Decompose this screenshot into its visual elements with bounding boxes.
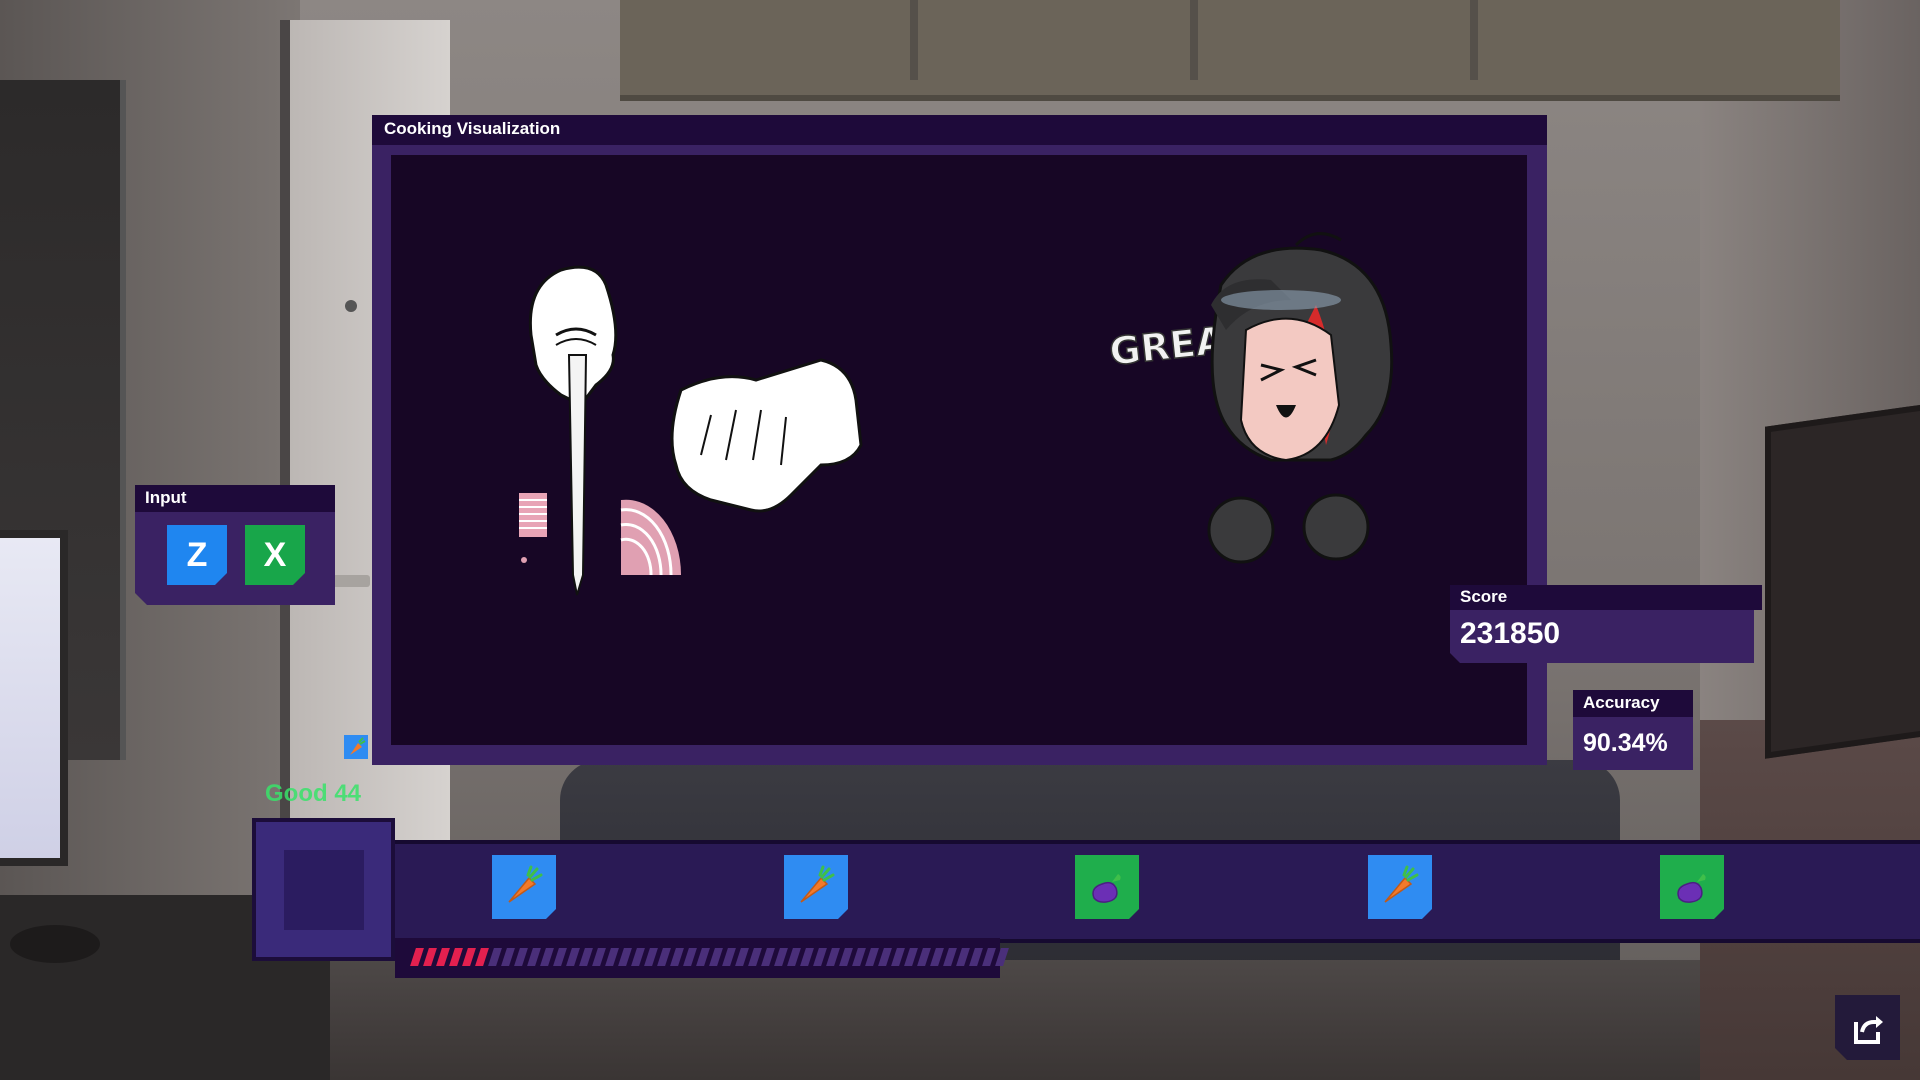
progress-segment: [813, 948, 827, 966]
progress-segment: [982, 948, 996, 966]
progress-segments: [395, 938, 1920, 978]
progress-segment: [527, 948, 541, 966]
hit-judgement: Good 44: [265, 780, 362, 807]
progress-segment: [904, 948, 918, 966]
cooking-stage: GREAT: [391, 155, 1527, 745]
onion-slice-icon: [519, 493, 682, 576]
accuracy-header: Accuracy: [1573, 690, 1693, 717]
progress-segment: [410, 948, 424, 966]
progress-segment: [839, 948, 853, 966]
progress-segment: [891, 948, 905, 966]
progress-segment: [423, 948, 437, 966]
exit-arrow-icon: [1850, 1010, 1886, 1046]
song-progress-bar: [395, 938, 1009, 978]
progress-segment: [683, 948, 697, 966]
progress-segment: [592, 948, 606, 966]
progress-segment: [618, 948, 632, 966]
progress-segment: [787, 948, 801, 966]
score-label: Score: [1460, 587, 1508, 606]
progress-segment: [579, 948, 593, 966]
cooking-scene: GREAT: [519, 232, 1394, 596]
hit-zone: [252, 818, 395, 961]
carrot-icon: [344, 735, 368, 759]
progress-segment: [930, 948, 944, 966]
cabinet-divider: [1470, 0, 1478, 80]
progress-segment: [865, 948, 879, 966]
progress-segment: [605, 948, 619, 966]
progress-segment: [540, 948, 554, 966]
score-header: Score: [1450, 585, 1762, 610]
progress-segment: [449, 948, 463, 966]
progress-segment: [501, 948, 515, 966]
computer-mouse: [10, 925, 100, 963]
progress-segment: [566, 948, 580, 966]
progress-segment: [917, 948, 931, 966]
progress-segment: [436, 948, 450, 966]
progress-segment: [670, 948, 684, 966]
score-value: 231850: [1460, 617, 1561, 650]
eggplant-icon: [1084, 864, 1130, 910]
progress-segment: [475, 948, 489, 966]
carrot-note: [1368, 855, 1432, 919]
x-key-button[interactable]: X: [245, 525, 305, 585]
progress-segment: [488, 948, 502, 966]
progress-segment: [761, 948, 775, 966]
television: [1765, 403, 1920, 759]
cooking-visualization-panel: Cooking Visualization GREAT: [372, 115, 1547, 765]
progress-segment: [631, 948, 645, 966]
carrot-icon: [793, 864, 839, 910]
progress-segment: [657, 948, 671, 966]
upper-cabinet: [620, 0, 1840, 101]
progress-segment: [696, 948, 710, 966]
carrot-note: [492, 855, 556, 919]
panel-title: Cooking Visualization: [384, 119, 561, 138]
carrot-icon: [501, 864, 547, 910]
progress-segment: [943, 948, 957, 966]
progress-segment: [800, 948, 814, 966]
monitor: [0, 530, 68, 866]
knife-hand-icon: [528, 265, 618, 596]
progress-segment: [826, 948, 840, 966]
eggplant-note: [1075, 855, 1139, 919]
accuracy-label: Accuracy: [1583, 693, 1660, 712]
carrot-icon: [1377, 864, 1423, 910]
cabinet-divider: [910, 0, 918, 80]
progress-segment: [878, 948, 892, 966]
score-body: 231850: [1450, 610, 1754, 663]
progress-segment: [709, 948, 723, 966]
accuracy-body: 90.34%: [1573, 717, 1693, 770]
accuracy-panel: Accuracy 90.34%: [1573, 690, 1693, 770]
progress-segment: [514, 948, 528, 966]
progress-segment: [722, 948, 736, 966]
progress-segment: [852, 948, 866, 966]
eggplant-note: [1660, 855, 1724, 919]
progress-segment: [956, 948, 970, 966]
z-key-button[interactable]: Z: [167, 525, 227, 585]
progress-segment: [735, 948, 749, 966]
progress-segment: [969, 948, 983, 966]
progress-segment: [774, 948, 788, 966]
cabinet-divider: [1190, 0, 1198, 80]
hit-zone-target: [284, 850, 364, 930]
progress-segment: [462, 948, 476, 966]
progress-segment: [748, 948, 762, 966]
accuracy-value: 90.34%: [1583, 729, 1668, 757]
chef-character: [1207, 232, 1394, 564]
fist-hand-icon: [670, 358, 863, 513]
input-title: Input: [145, 488, 187, 507]
progress-segment: [644, 948, 658, 966]
carrot-note: [784, 855, 848, 919]
exit-button[interactable]: [1835, 995, 1900, 1060]
door-knob: [345, 300, 357, 312]
progress-segment: [553, 948, 567, 966]
input-titlebar: Input: [135, 485, 335, 512]
progress-segment: [995, 948, 1009, 966]
score-panel: Score 231850: [1450, 585, 1762, 663]
input-panel: Input Z X: [135, 485, 335, 605]
panel-titlebar: Cooking Visualization: [372, 115, 1547, 145]
eggplant-icon: [1669, 864, 1715, 910]
